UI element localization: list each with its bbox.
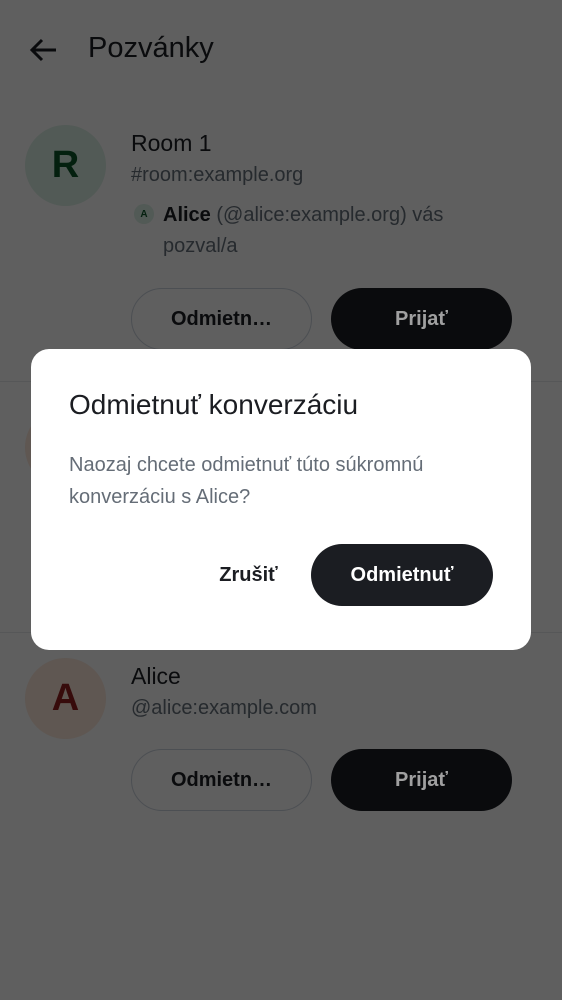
dialog-title: Odmietnuť konverzáciu — [69, 389, 359, 420]
invite-name: Alice — [131, 663, 181, 689]
cancel-button[interactable]: Zrušiť — [201, 544, 296, 606]
page-title: Pozvánky — [88, 32, 214, 64]
avatar: R — [25, 125, 106, 206]
back-arrow-icon[interactable] — [28, 36, 58, 64]
invite-name: Room 1 — [131, 130, 212, 156]
inviter-avatar: A — [134, 204, 154, 224]
dialog-message: Naozaj chcete odmietnuť túto súkromnú ko… — [69, 454, 424, 508]
decline-button[interactable]: Odmietn… — [131, 288, 312, 350]
invite-alias: @alice:example.com — [131, 697, 317, 719]
invite-alias: #room:example.org — [131, 164, 304, 186]
decline-dialog: Odmietnuť konverzáciu Naozaj chcete odmi… — [31, 349, 531, 650]
accept-button[interactable]: Prijať — [331, 749, 512, 811]
accept-button[interactable]: Prijať — [331, 288, 512, 350]
avatar: A — [25, 658, 106, 739]
top-app-bar: Pozvánky — [0, 0, 562, 100]
decline-button[interactable]: Odmietn… — [131, 749, 312, 811]
confirm-decline-button[interactable]: Odmietnuť — [311, 544, 493, 606]
inviter-info: A Alice (@alice:example.org) vás pozval/… — [131, 200, 491, 262]
inviter-name: Alice — [163, 204, 211, 226]
